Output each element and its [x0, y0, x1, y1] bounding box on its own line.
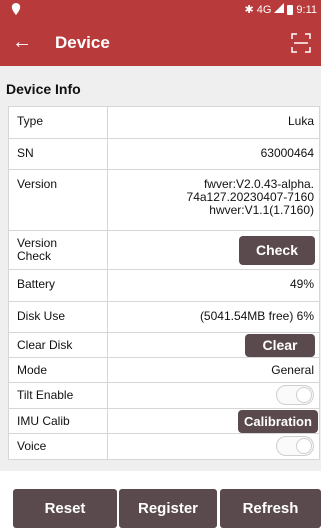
- row-value: Clear: [108, 333, 319, 357]
- status-icons: ✱ 4G 9:11: [244, 3, 317, 16]
- row-sn: SN 63000464: [8, 139, 320, 170]
- battery-icon: [287, 4, 294, 15]
- scan-icon[interactable]: [291, 33, 311, 53]
- signal-icon: [274, 3, 285, 16]
- device-info-table: Type Luka SN 63000464 Version fwver:V2.0…: [8, 106, 320, 460]
- row-label: IMU Calib: [9, 409, 108, 433]
- row-disk-use: Disk Use (5041.54MB free) 6%: [8, 302, 320, 333]
- row-label: Voice: [9, 434, 108, 459]
- bottom-action-bar: Reset Register Refresh: [0, 471, 321, 531]
- app-bar: ← Device: [0, 20, 321, 66]
- row-label: Clear Disk: [9, 333, 108, 357]
- row-value: (5041.54MB free) 6%: [199, 309, 314, 323]
- row-version-check: Version Check Check: [8, 231, 320, 270]
- voice-toggle[interactable]: [276, 436, 314, 456]
- device-info-panel: Device Info Type Luka SN 63000464 Versio…: [0, 66, 321, 471]
- row-label: Mode: [9, 358, 108, 382]
- status-time: 9:11: [296, 3, 317, 16]
- row-label: Battery: [9, 270, 108, 301]
- row-version: Version fwver:V2.0.43-alpha. 74a127.2023…: [8, 170, 320, 231]
- location-pin-icon: [11, 3, 21, 18]
- row-value: 63000464: [260, 146, 314, 160]
- check-button[interactable]: Check: [239, 236, 315, 265]
- row-value: Check: [108, 231, 319, 269]
- row-label: Version Check: [9, 231, 108, 269]
- row-tilt-enable: Tilt Enable: [8, 383, 320, 409]
- row-label-line: Check: [17, 249, 52, 263]
- row-value: Calibration: [108, 409, 319, 433]
- row-battery: Battery 49%: [8, 270, 320, 302]
- row-imu-calib: IMU Calib Calibration: [8, 409, 320, 434]
- status-bar: ✱ 4G 9:11: [0, 0, 321, 20]
- row-type: Type Luka: [8, 106, 320, 139]
- calibration-button[interactable]: Calibration: [238, 410, 318, 433]
- hardware-version-line: hwver:V1.1(1.7160): [209, 203, 314, 217]
- register-button[interactable]: Register: [119, 489, 217, 528]
- toggle-knob: [296, 438, 312, 454]
- toggle-knob: [296, 387, 312, 403]
- row-value: 49%: [289, 277, 314, 291]
- bluetooth-icon: ✱: [244, 4, 254, 16]
- back-arrow-icon[interactable]: ←: [12, 30, 32, 54]
- reset-button[interactable]: Reset: [13, 489, 117, 528]
- row-label: Disk Use: [9, 302, 108, 332]
- row-clear-disk: Clear Disk Clear: [8, 333, 320, 358]
- row-value: [108, 434, 319, 459]
- refresh-button[interactable]: Refresh: [220, 489, 321, 528]
- row-label: SN: [9, 139, 108, 169]
- row-mode: Mode General: [8, 358, 320, 383]
- row-value: fwver:V2.0.43-alpha. 74a127.20230407-716…: [108, 170, 319, 230]
- row-value: [108, 383, 319, 408]
- row-label: Tilt Enable: [9, 383, 108, 408]
- tilt-enable-toggle[interactable]: [276, 385, 314, 405]
- network-indicator: 4G: [256, 3, 272, 16]
- row-label: Version: [9, 170, 108, 230]
- row-label: Type: [9, 107, 108, 138]
- section-title: Device Info: [6, 81, 81, 97]
- row-value: General: [271, 363, 314, 377]
- row-value: Luka: [287, 114, 314, 128]
- page-title: Device: [55, 33, 110, 52]
- clear-button[interactable]: Clear: [245, 334, 315, 357]
- row-voice: Voice: [8, 434, 320, 460]
